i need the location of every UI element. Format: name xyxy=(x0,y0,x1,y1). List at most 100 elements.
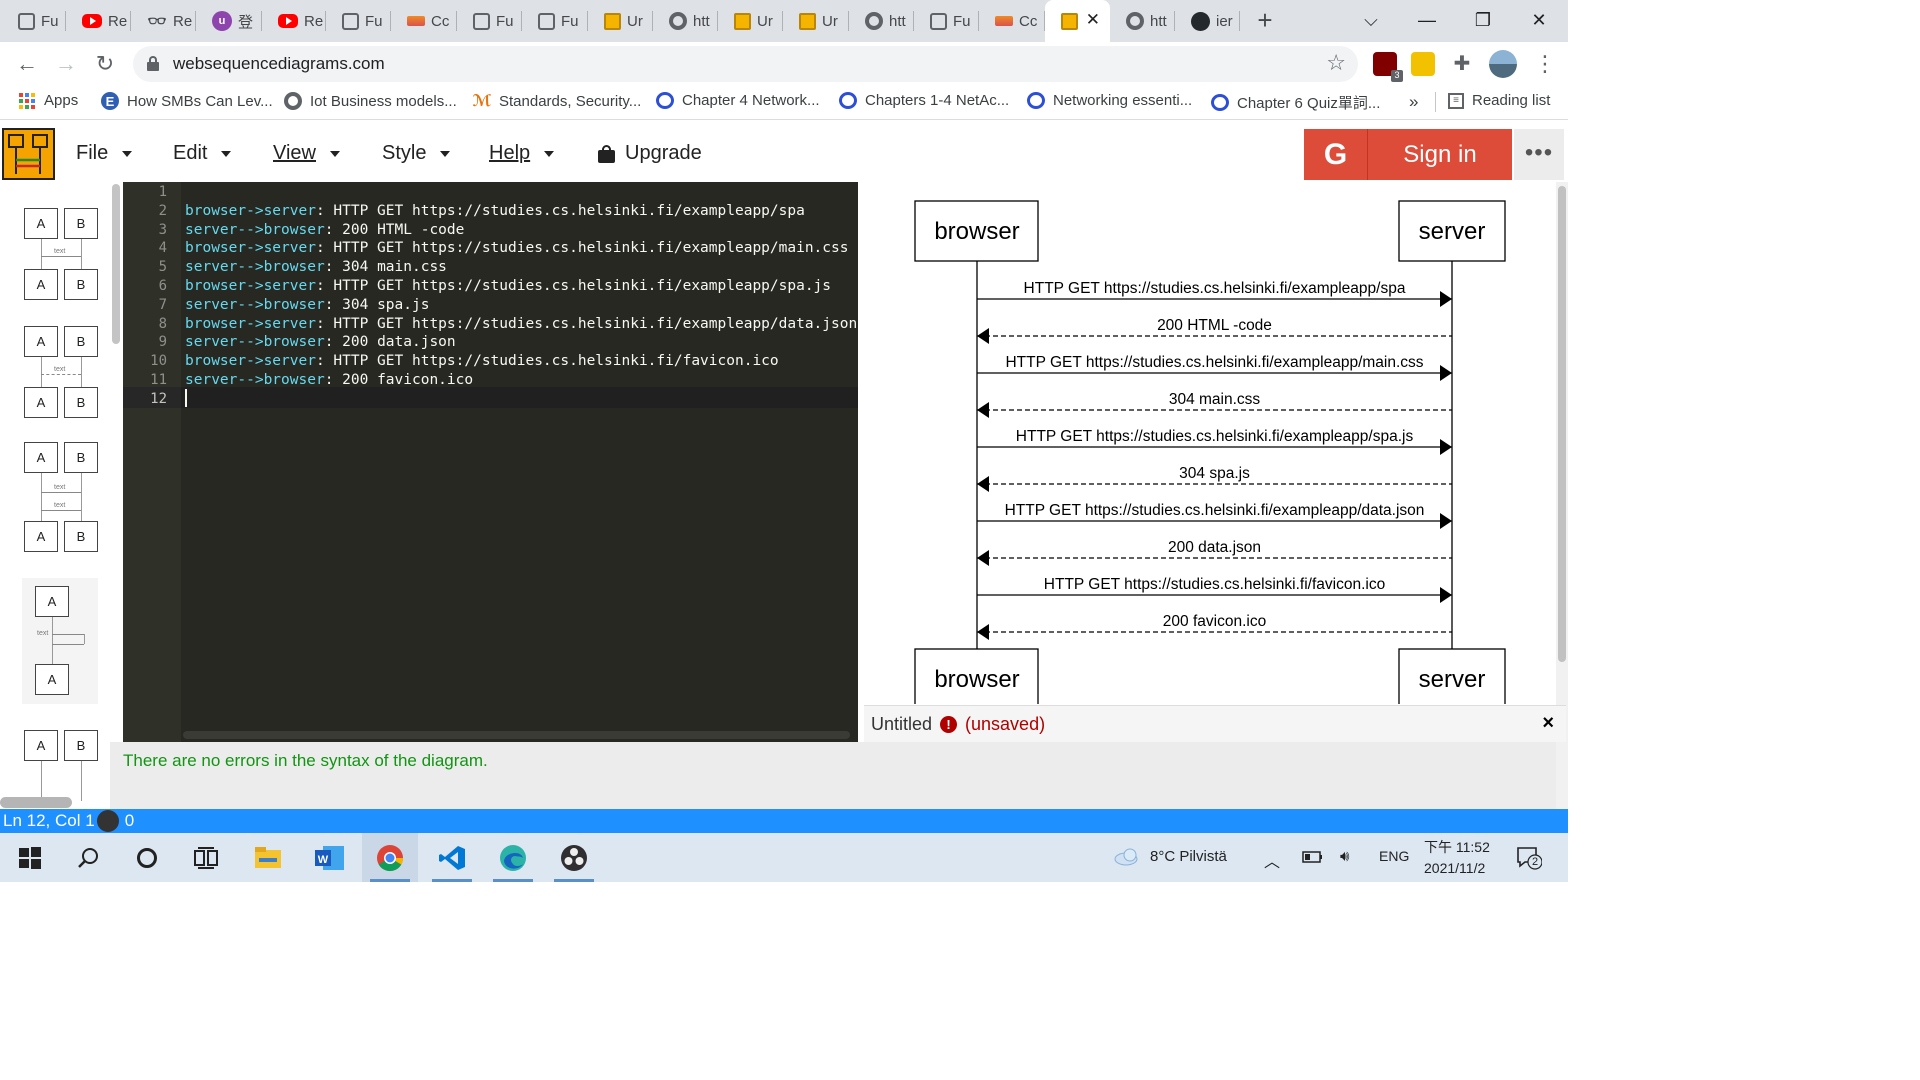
upgrade-button[interactable]: Upgrade xyxy=(598,142,702,165)
tab[interactable]: Fu xyxy=(522,0,588,42)
menu-file[interactable]: File xyxy=(76,142,133,165)
tab-active[interactable]: ✕ xyxy=(1045,0,1110,42)
code-line[interactable]: browser->server: HTTP GET https://studie… xyxy=(185,203,805,219)
minimize-button[interactable]: — xyxy=(1412,6,1442,36)
chrome-icon[interactable] xyxy=(362,833,418,882)
arrowhead-right-icon xyxy=(1440,587,1452,603)
google-sign-in-button[interactable]: G Sign in xyxy=(1304,129,1512,180)
code-editor[interactable]: 1 2 browser->server: HTTP GET https://stud… xyxy=(123,182,858,742)
bookmark-chapters1-4[interactable]: Q Chapters 1-4 NetAc... xyxy=(839,92,1009,109)
weather-text[interactable]: 8°C Pilvistä xyxy=(1150,848,1227,865)
window-close-button[interactable]: ✕ xyxy=(1524,6,1554,36)
bookmark-networking[interactable]: Q Networking essenti... xyxy=(1027,92,1192,109)
document-title[interactable]: Untitled xyxy=(871,714,932,735)
bookmark-chapter4[interactable]: Q Chapter 4 Network... xyxy=(656,92,820,109)
message-label: 200 data.json xyxy=(1168,539,1261,556)
bookmark-standards[interactable]: ℳ Standards, Security... xyxy=(473,92,642,111)
tab[interactable]: Cc xyxy=(391,0,457,42)
tab[interactable]: Ur xyxy=(783,0,849,42)
sidebar-vertical-scrollbar[interactable] xyxy=(112,184,120,344)
code-line[interactable]: server-->browser: 200 data.json xyxy=(185,334,456,350)
bookmark-star-icon[interactable]: ☆ xyxy=(1326,50,1346,76)
code-line[interactable]: server-->browser: 200 favicon.ico xyxy=(185,372,473,388)
forward-button[interactable]: → xyxy=(51,49,81,79)
task-view-icon[interactable] xyxy=(178,833,234,882)
code-line[interactable]: server-->browser: 304 spa.js xyxy=(185,297,429,313)
clock-date[interactable]: 2021/11/2 xyxy=(1424,860,1485,876)
code-line[interactable]: browser->server: HTTP GET https://studie… xyxy=(185,353,779,369)
volume-icon[interactable]: 🔊︎ xyxy=(1340,848,1349,865)
puzzle-extensions-icon[interactable]: ✚ xyxy=(1450,52,1474,76)
code-line[interactable]: server-->browser: 200 HTML -code xyxy=(185,222,464,238)
tab[interactable]: Re xyxy=(262,0,326,42)
bookmark-iot[interactable]: Iot Business models... xyxy=(284,92,457,110)
sidebar-horizontal-scrollbar[interactable] xyxy=(0,797,72,808)
back-button[interactable]: ← xyxy=(12,49,42,79)
line-number: 11 xyxy=(150,372,167,388)
search-icon[interactable] xyxy=(60,833,116,882)
tab[interactable]: Fu xyxy=(326,0,391,42)
code-line[interactable]: server-->browser: 304 main.css xyxy=(185,259,447,275)
tab[interactable]: Ur xyxy=(588,0,653,42)
search-tabs-button[interactable]: ⌵ xyxy=(1356,6,1386,36)
template-request-response[interactable]: A B text text A B xyxy=(22,440,100,552)
menu-style[interactable]: Style xyxy=(382,142,451,165)
file-explorer-icon[interactable] xyxy=(240,833,296,882)
restore-button[interactable]: ❐ xyxy=(1468,6,1498,36)
code-line[interactable]: browser->server: HTTP GET https://studie… xyxy=(185,316,857,332)
menu-edit[interactable]: Edit xyxy=(173,142,232,165)
tab[interactable]: Fu xyxy=(457,0,522,42)
reload-button[interactable]: ↻ xyxy=(90,49,120,79)
template-dashed-message[interactable]: A B text A B xyxy=(22,322,100,418)
bookmark-chapter6[interactable]: Q Chapter 6 Quiz單詞... xyxy=(1211,92,1380,113)
word-icon[interactable]: W xyxy=(302,833,358,882)
start-icon[interactable] xyxy=(2,833,58,882)
editor-horizontal-scrollbar[interactable] xyxy=(183,731,850,739)
lock-icon[interactable] xyxy=(147,56,159,71)
tab[interactable]: Fu xyxy=(2,0,66,42)
clock-time[interactable]: 下午 11:52 xyxy=(1424,837,1490,857)
tab[interactable]: Cc xyxy=(979,0,1045,42)
code-line[interactable]: browser->server: HTTP GET https://studie… xyxy=(185,240,848,256)
tab[interactable]: Re xyxy=(66,0,131,42)
tab[interactable]: ier xyxy=(1175,0,1240,42)
reading-list-button[interactable]: ≡ Reading list xyxy=(1448,92,1550,109)
menu-help[interactable]: Help xyxy=(489,142,555,165)
menu-view[interactable]: View xyxy=(273,142,340,165)
tab[interactable]: htt xyxy=(849,0,914,42)
ublock-extension-icon[interactable]: 3 xyxy=(1373,52,1403,82)
more-options-button[interactable]: ••• xyxy=(1514,129,1564,180)
tab[interactable]: Fu xyxy=(914,0,979,42)
battery-icon[interactable] xyxy=(1302,850,1324,868)
bookmarks-overflow-button[interactable]: » xyxy=(1409,92,1418,112)
obs-icon[interactable] xyxy=(546,833,602,882)
tray-overflow-chevron-icon[interactable]: ︿ xyxy=(1264,848,1280,872)
new-tab-button[interactable]: + xyxy=(1250,6,1280,36)
url-text[interactable]: websequencediagrams.com xyxy=(173,54,385,74)
tab-close-icon[interactable]: ✕ xyxy=(1086,10,1100,30)
tab[interactable]: u登 xyxy=(196,0,262,42)
bookmark-smbs[interactable]: E How SMBs Can Lev... xyxy=(101,92,273,110)
code-line[interactable]: browser->server: HTTP GET https://studie… xyxy=(185,278,831,294)
input-language[interactable]: ENG xyxy=(1379,848,1409,864)
note-extension-icon[interactable] xyxy=(1411,52,1435,76)
close-document-button[interactable]: × xyxy=(1542,712,1554,735)
cortana-icon[interactable] xyxy=(119,833,175,882)
notifications-icon[interactable]: 2 xyxy=(1516,846,1543,874)
browser-menu-button[interactable]: ⋮ xyxy=(1530,49,1560,79)
edge-icon[interactable] xyxy=(485,833,541,882)
tab[interactable]: htt xyxy=(653,0,718,42)
template-simple-message[interactable]: A B text A B xyxy=(22,204,100,300)
tab[interactable]: Ur xyxy=(718,0,783,42)
profile-avatar[interactable] xyxy=(1489,50,1517,78)
tab[interactable]: htt xyxy=(1110,0,1175,42)
address-bar[interactable]: websequencediagrams.com ☆ xyxy=(133,46,1358,82)
tab-title: Cc xyxy=(431,12,450,30)
tab[interactable]: 👓︎ Re xyxy=(131,0,196,42)
page-vertical-scrollbar[interactable] xyxy=(1558,186,1566,662)
vscode-icon[interactable] xyxy=(424,833,480,882)
weather-cloud-icon[interactable] xyxy=(1113,846,1143,870)
template-self-message[interactable]: A text A xyxy=(22,578,98,704)
websequencediagrams-logo[interactable] xyxy=(2,128,55,180)
bookmark-apps[interactable]: Apps xyxy=(18,92,78,109)
